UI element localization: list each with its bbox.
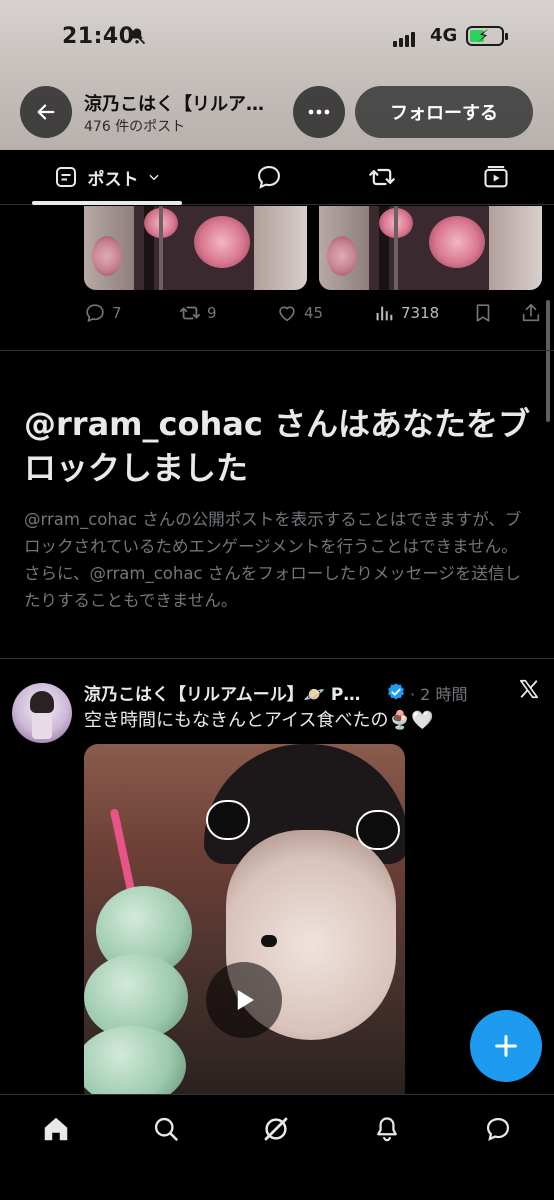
profile-name: 涼乃こはく【リルア… xyxy=(84,94,264,115)
views-icon xyxy=(376,306,393,321)
bell-icon xyxy=(377,1117,397,1142)
verified-badge-icon xyxy=(388,683,404,700)
chevron-down-icon xyxy=(148,174,159,181)
like-count: 45 xyxy=(304,304,324,322)
arrow-left-icon xyxy=(37,104,55,120)
back-button[interactable] xyxy=(20,86,72,138)
posts-icon xyxy=(55,167,76,187)
play-button[interactable] xyxy=(206,962,282,1038)
follow-button[interactable]: フォローする xyxy=(355,86,533,138)
reply-icon xyxy=(86,304,104,323)
more-horizontal-icon xyxy=(308,109,330,115)
reply-button[interactable]: 7 xyxy=(84,302,122,324)
profile-tabs: ポスト xyxy=(0,150,554,205)
repost-icon xyxy=(369,168,395,186)
tab-media[interactable] xyxy=(472,150,520,204)
repost-icon xyxy=(179,306,201,320)
previous-post-images xyxy=(84,206,542,290)
x-logo-icon xyxy=(519,679,539,699)
home-icon xyxy=(44,1117,68,1141)
repost-button[interactable]: 9 xyxy=(179,302,217,324)
bottom-navigation xyxy=(0,1094,554,1200)
tab-posts[interactable]: ポスト xyxy=(32,150,182,204)
post-count: 476 件のポスト xyxy=(84,119,186,135)
plus-icon xyxy=(495,1035,517,1057)
share-button[interactable] xyxy=(520,302,548,324)
post-actions: 7 9 45 7318 xyxy=(84,298,544,328)
tab-reposts[interactable] xyxy=(358,150,406,204)
play-icon xyxy=(237,990,254,1010)
bookmark-button[interactable] xyxy=(472,302,500,324)
status-time: 21:40 xyxy=(62,24,135,49)
view-count: 7318 xyxy=(401,304,440,322)
more-button[interactable] xyxy=(293,86,345,138)
tweet-timestamp[interactable]: · 2 時間 xyxy=(410,681,467,705)
nav-messages[interactable] xyxy=(478,1109,518,1149)
profile-header: 21:40 4G ⚡ 涼乃こはく【リルア… 476 件のポスト フォローする xyxy=(0,0,554,150)
battery-icon: ⚡ xyxy=(466,26,508,46)
divider xyxy=(0,658,554,659)
signal-icon xyxy=(393,28,417,47)
bell-slash-icon xyxy=(128,27,146,45)
video-icon xyxy=(484,166,508,188)
reply-icon xyxy=(258,166,280,189)
blocked-description: @rram_cohac さんの公開ポストを表示することはできますが、ブロックされ… xyxy=(24,510,522,610)
heart-icon xyxy=(279,306,295,322)
post-image[interactable] xyxy=(84,206,307,290)
like-button[interactable]: 45 xyxy=(276,302,323,324)
status-bar: 21:40 4G ⚡ xyxy=(0,22,554,52)
active-tab-indicator xyxy=(32,201,182,205)
reply-count: 7 xyxy=(112,304,122,322)
tweet-author-name[interactable]: 涼乃こはく【リルアムール】🪐 P… xyxy=(84,680,384,705)
compose-button[interactable] xyxy=(470,1010,542,1082)
nav-search[interactable] xyxy=(146,1109,186,1149)
blocked-title: @rram_cohac さんはあなたをブロックしました xyxy=(24,405,530,487)
share-icon xyxy=(522,303,540,322)
post-image[interactable] xyxy=(319,206,542,290)
divider xyxy=(0,350,554,351)
tweet-text: 空き時間にもなきんとアイス食べたの🍨🤍 xyxy=(84,710,434,731)
nav-home[interactable] xyxy=(36,1109,76,1149)
tab-posts-label: ポスト xyxy=(87,169,139,190)
message-icon xyxy=(486,1117,510,1141)
tab-replies[interactable] xyxy=(245,150,293,204)
avatar[interactable] xyxy=(12,683,72,743)
network-type: 4G xyxy=(430,25,458,46)
bookmark-icon xyxy=(476,304,490,322)
grok-icon xyxy=(264,1117,288,1141)
search-icon xyxy=(154,1117,178,1141)
views-button[interactable]: 7318 xyxy=(373,302,439,324)
nav-grok[interactable] xyxy=(256,1109,296,1149)
nav-notifications[interactable] xyxy=(367,1109,407,1149)
scrollbar[interactable] xyxy=(546,300,550,422)
tweet-video[interactable] xyxy=(84,744,405,1094)
repost-count: 9 xyxy=(207,304,217,322)
